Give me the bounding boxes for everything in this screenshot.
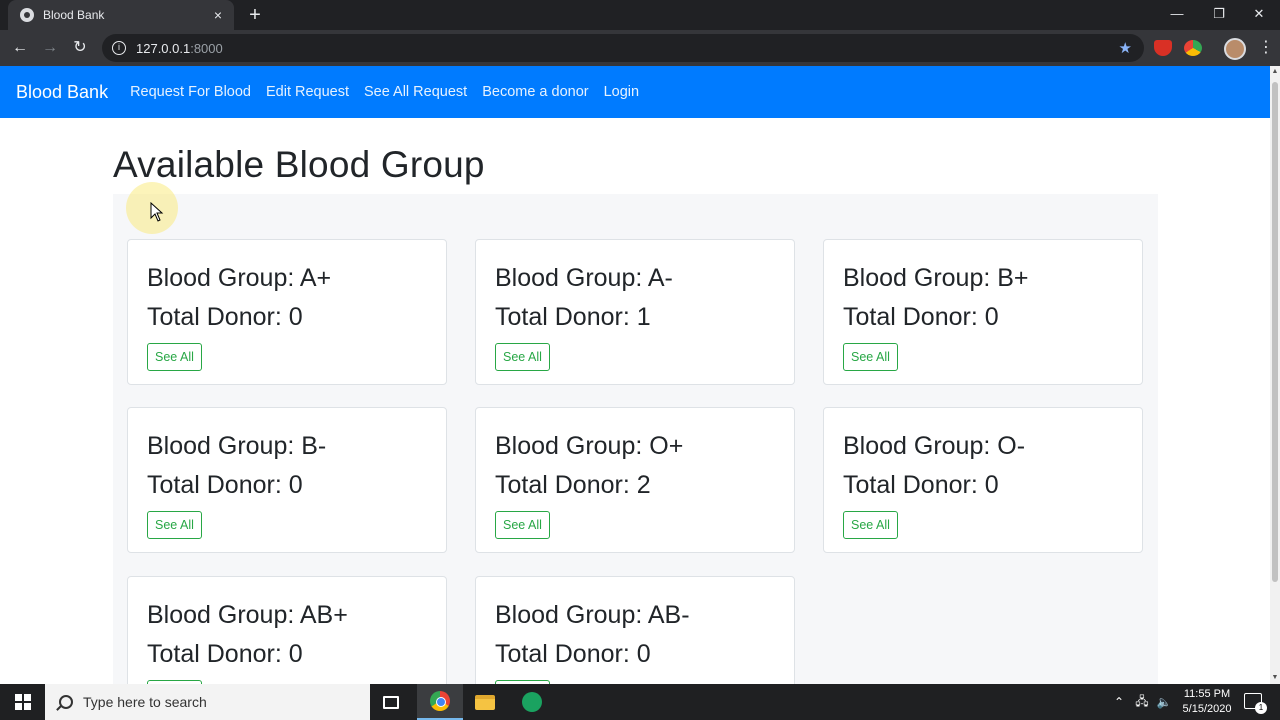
notification-icon[interactable]: 1 <box>1244 693 1267 714</box>
page-title: Available Blood Group <box>113 144 485 185</box>
blood-group-label: Blood Group: A- <box>495 264 673 292</box>
scroll-up-arrow-icon[interactable]: ▲ <box>1270 66 1280 78</box>
see-all-button[interactable]: See All <box>843 511 898 539</box>
chrome-icon <box>430 691 450 711</box>
nav-link-see-all-request[interactable]: See All Request <box>364 84 467 100</box>
clock-time: 11:55 PM <box>1183 688 1231 700</box>
blood-group-card: Blood Group: O+ Total Donor: 2 See All <box>475 407 795 553</box>
url-host: 127.0.0.1 <box>136 40 191 56</box>
new-tab-button[interactable]: + <box>244 3 266 27</box>
network-icon[interactable]: 🖧 <box>1132 684 1152 720</box>
task-view-button[interactable] <box>368 684 414 720</box>
see-all-button[interactable]: See All <box>147 511 202 539</box>
reload-icon[interactable]: ↻ <box>68 36 92 60</box>
menu-dots-icon[interactable]: ⋮ <box>1258 38 1274 58</box>
browser-tab[interactable]: Blood Bank × <box>8 0 234 30</box>
total-donor-label: Total Donor: 0 <box>495 640 651 668</box>
task-view-icon <box>383 695 399 709</box>
nav-link-become-a-donor[interactable]: Become a donor <box>482 84 588 100</box>
globe-icon <box>20 8 34 22</box>
scroll-down-arrow-icon[interactable]: ▼ <box>1270 672 1280 684</box>
search-icon <box>59 695 73 709</box>
start-button[interactable] <box>0 684 45 720</box>
clock-date: 5/15/2020 <box>1182 703 1232 715</box>
blood-group-card: Blood Group: AB- Total Donor: 0 See All <box>475 576 795 684</box>
file-explorer-button[interactable] <box>462 684 508 720</box>
windows-logo-icon <box>14 694 31 710</box>
total-donor-label: Total Donor: 0 <box>147 303 303 331</box>
see-all-button[interactable]: See All <box>495 511 550 539</box>
back-arrow-icon[interactable]: ← <box>8 36 32 60</box>
total-donor-label: Total Donor: 1 <box>495 303 651 331</box>
blood-group-label: Blood Group: O+ <box>495 432 684 460</box>
nav-link-login[interactable]: Login <box>604 84 639 100</box>
chrome-taskbar-button[interactable] <box>417 684 463 720</box>
volume-icon[interactable]: 🔈 <box>1154 684 1174 720</box>
mouse-pointer-icon <box>150 202 164 222</box>
blood-group-card: Blood Group: A+ Total Donor: 0 See All <box>127 239 447 385</box>
browser-tab-strip: Blood Bank × + — ❐ ✕ <box>0 0 1280 30</box>
forward-arrow-icon[interactable]: → <box>38 36 62 60</box>
blood-group-container: Blood Group: A+ Total Donor: 0 See All B… <box>113 194 1158 684</box>
see-all-button[interactable]: See All <box>147 343 202 371</box>
blood-group-label: Blood Group: AB- <box>495 601 690 629</box>
blood-group-label: Blood Group: O- <box>843 432 1026 460</box>
info-icon[interactable]: i <box>112 41 126 55</box>
total-donor-label: Total Donor: 0 <box>147 640 303 668</box>
browser-toolbar: ← → ↻ i 127.0.0.1:8000 ★ <box>0 30 1280 66</box>
minimize-button[interactable]: — <box>1156 0 1198 30</box>
app-taskbar-button[interactable] <box>509 684 555 720</box>
windows-taskbar: Type here to search ⌃ 🖧 🔈 11:55 PM 5/15/… <box>0 684 1280 720</box>
extension-icon[interactable] <box>1184 40 1202 56</box>
window-close-button[interactable]: ✕ <box>1238 0 1280 30</box>
blood-group-card: Blood Group: A- Total Donor: 1 See All <box>475 239 795 385</box>
page-viewport: Blood Bank Request For Blood Edit Reques… <box>0 66 1270 684</box>
folder-icon <box>475 694 495 710</box>
url-port: :8000 <box>190 40 223 56</box>
page-scrollbar[interactable]: ▲ ▼ <box>1270 66 1280 684</box>
total-donor-label: Total Donor: 0 <box>843 471 999 499</box>
taskbar-clock[interactable]: 11:55 PM 5/15/2020 <box>1176 687 1238 717</box>
blood-group-card: Blood Group: O- Total Donor: 0 See All <box>823 407 1143 553</box>
site-navbar: Blood Bank Request For Blood Edit Reques… <box>0 66 1270 118</box>
bookmark-star-icon[interactable]: ★ <box>1119 39 1132 57</box>
scrollbar-thumb[interactable] <box>1272 82 1278 582</box>
nav-link-request-for-blood[interactable]: Request For Blood <box>130 84 251 100</box>
profile-avatar[interactable] <box>1224 38 1246 60</box>
blood-group-label: Blood Group: A+ <box>147 264 332 292</box>
see-all-button[interactable]: See All <box>843 343 898 371</box>
blood-group-card: Blood Group: B- Total Donor: 0 See All <box>127 407 447 553</box>
search-placeholder: Type here to search <box>83 694 207 710</box>
app-icon <box>522 692 542 712</box>
chevron-up-icon[interactable]: ⌃ <box>1110 684 1128 720</box>
navbar-brand[interactable]: Blood Bank <box>16 82 108 103</box>
see-all-button[interactable]: See All <box>495 343 550 371</box>
blood-group-label: Blood Group: B+ <box>843 264 1029 292</box>
total-donor-label: Total Donor: 0 <box>147 471 303 499</box>
address-bar[interactable]: i 127.0.0.1:8000 ★ <box>102 34 1144 62</box>
total-donor-label: Total Donor: 0 <box>843 303 999 331</box>
total-donor-label: Total Donor: 2 <box>495 471 651 499</box>
close-tab-icon[interactable]: × <box>210 7 226 23</box>
restore-button[interactable]: ❐ <box>1198 0 1240 30</box>
tab-title: Blood Bank <box>43 8 105 22</box>
blood-group-label: Blood Group: AB+ <box>147 601 348 629</box>
blood-group-card: Blood Group: B+ Total Donor: 0 See All <box>823 239 1143 385</box>
nav-link-edit-request[interactable]: Edit Request <box>266 84 349 100</box>
blood-group-card: Blood Group: AB+ Total Donor: 0 See All <box>127 576 447 684</box>
notification-count: 1 <box>1255 702 1267 714</box>
taskbar-search[interactable]: Type here to search <box>45 684 370 720</box>
blood-group-label: Blood Group: B- <box>147 432 327 460</box>
